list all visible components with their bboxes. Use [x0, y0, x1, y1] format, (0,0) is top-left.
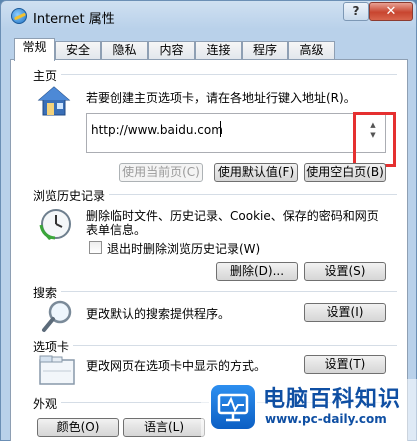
tab-connections[interactable]: 连接 — [195, 41, 242, 60]
divider — [61, 291, 397, 292]
tab-content[interactable]: 内容 — [148, 41, 195, 60]
window-title: Internet 属性 — [33, 12, 115, 27]
tabs-window-icon — [39, 355, 75, 385]
ie-globe-icon — [11, 8, 27, 24]
divider — [73, 345, 397, 346]
homepage-address-field[interactable]: http://www.baidu.com ▲ ▼ — [86, 113, 386, 153]
tab-security[interactable]: 安全 — [55, 41, 101, 60]
delete-history-button[interactable]: 删除(D)... — [216, 262, 298, 281]
text-caret — [220, 121, 221, 137]
delete-on-exit-label[interactable]: 退出时删除浏览历史记录(W) — [107, 240, 260, 257]
history-section-title: 浏览历史记录 — [33, 187, 110, 204]
tabs-settings-button[interactable]: 设置(T) — [304, 355, 386, 374]
search-description: 更改默认的搜索提供程序。 — [86, 307, 231, 321]
tabs-section-title: 选项卡 — [33, 338, 74, 355]
homepage-description: 若要创建主页选项卡，请在各地址行键入地址(R)。 — [86, 91, 356, 105]
help-button[interactable]: ? — [343, 2, 369, 21]
history-clock-icon — [39, 209, 71, 240]
title-bar[interactable]: Internet 属性 ? ✕ — [1, 1, 416, 31]
use-current-button[interactable]: 使用当前页(C) — [119, 163, 203, 182]
use-blank-button[interactable]: 使用空白页(B) — [304, 163, 386, 182]
use-default-button[interactable]: 使用默认值(F) — [214, 163, 298, 182]
scroll-spinner[interactable]: ▲ ▼ — [367, 120, 379, 148]
close-button[interactable]: ✕ — [369, 2, 413, 21]
watermark-title: 电脑百科知识 — [263, 387, 402, 412]
appearance-section-title: 外观 — [33, 395, 62, 412]
scroll-up-icon[interactable]: ▲ — [367, 120, 379, 130]
internet-options-dialog: Internet 属性 ? ✕ 常规 安全 隐私 内容 连接 程序 高级 主页 … — [0, 0, 417, 441]
languages-button[interactable]: 语言(L) — [123, 418, 205, 437]
tabs-description: 更改网页在选项卡中显示的方式。 — [86, 359, 267, 373]
tab-privacy[interactable]: 隐私 — [101, 41, 148, 60]
tab-programs[interactable]: 程序 — [242, 41, 288, 60]
magnifier-icon — [42, 300, 72, 332]
monitor-logo-icon — [209, 383, 257, 431]
search-settings-button[interactable]: 设置(I) — [304, 303, 386, 322]
tab-advanced[interactable]: 高级 — [288, 41, 335, 60]
homepage-section-title: 主页 — [33, 67, 62, 84]
divider — [57, 74, 397, 75]
history-settings-button[interactable]: 设置(S) — [304, 262, 386, 281]
colors-button[interactable]: 颜色(O) — [37, 418, 119, 437]
watermark-url: www.pc-daily.com — [265, 412, 387, 426]
tab-general[interactable]: 常规 — [14, 38, 55, 61]
history-description-line2: 表单信息。 — [86, 223, 147, 237]
house-icon — [37, 86, 71, 116]
site-watermark: 电脑百科知识 www.pc-daily.com — [201, 379, 417, 441]
scroll-down-icon[interactable]: ▼ — [367, 130, 379, 140]
homepage-address-value: http://www.baidu.com — [91, 123, 223, 137]
divider — [109, 194, 397, 195]
delete-on-exit-checkbox[interactable] — [89, 241, 102, 254]
